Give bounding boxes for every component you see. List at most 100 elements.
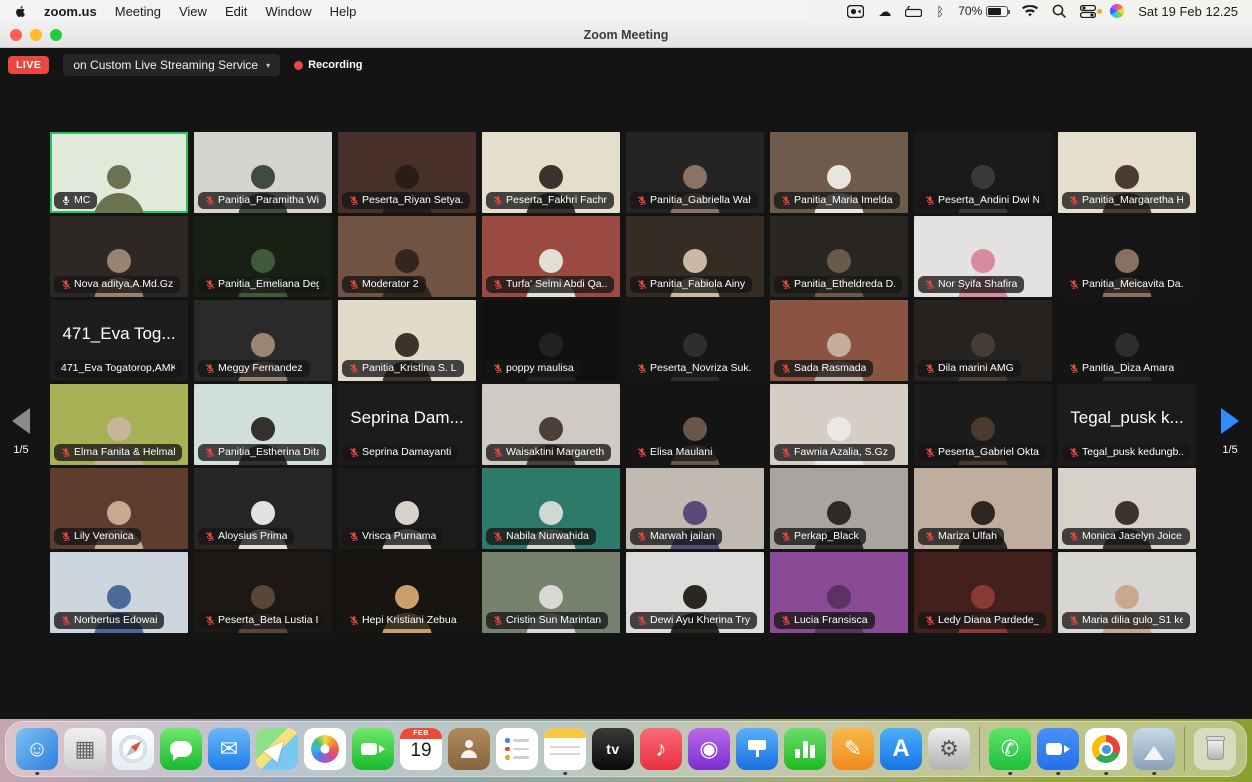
close-window-button[interactable]	[10, 29, 22, 41]
dock-maps-icon[interactable]	[256, 728, 298, 770]
menu-item-view[interactable]: View	[179, 4, 207, 19]
control-center-icon[interactable]	[1110, 4, 1124, 18]
participant-tile[interactable]: Meggy Fernandez	[194, 300, 332, 381]
participant-tile[interactable]: Waisaktini Margareth	[482, 384, 620, 465]
participant-tile[interactable]: Nova aditya,A.Md.Gz	[50, 216, 188, 297]
participant-tile[interactable]: Maria dilia gulo_S1 ke...	[1058, 552, 1196, 633]
gallery-next-page[interactable]: 1/5	[1221, 408, 1239, 456]
participant-tile[interactable]: Panitia_Etheldreda D...	[770, 216, 908, 297]
recording-indicator[interactable]: Recording	[294, 59, 362, 71]
participant-tile[interactable]: Cristin Sun Marintan	[482, 552, 620, 633]
participant-tile[interactable]: Panitia_Emeliana Degei	[194, 216, 332, 297]
participant-tile[interactable]: Peserta_Fakhri Fachr...	[482, 132, 620, 213]
participant-tile[interactable]: Ledy Diana Pardede_...	[914, 552, 1052, 633]
participant-tile[interactable]: Fawnia Azalia, S.Gz	[770, 384, 908, 465]
participant-tile[interactable]: Dila marini AMG	[914, 300, 1052, 381]
dock-contacts-icon[interactable]	[448, 728, 490, 770]
dock-chrome-icon[interactable]	[1085, 728, 1127, 770]
dock-pages-icon[interactable]: ✎	[832, 728, 874, 770]
participant-tile[interactable]: Marwah jailan	[626, 468, 764, 549]
dock-system-preferences-icon[interactable]: ⚙	[928, 728, 970, 770]
participant-name-tag: Nor Syifa Shafira	[918, 276, 1024, 293]
wifi-icon[interactable]	[1022, 5, 1038, 17]
dock-music-icon[interactable]: ♪	[640, 728, 682, 770]
keyboard-icon[interactable]	[905, 6, 922, 17]
menu-item-help[interactable]: Help	[330, 4, 357, 19]
dock-mail-icon[interactable]: ✉	[208, 728, 250, 770]
dock-calendar-icon[interactable]: FEB19	[400, 728, 442, 770]
dock-keynote-icon[interactable]	[736, 728, 778, 770]
fast-user-switch-icon[interactable]	[1080, 5, 1096, 18]
participant-tile[interactable]: Panitia_Maria Imelda	[770, 132, 908, 213]
participant-tile[interactable]: Sada Rasmada	[770, 300, 908, 381]
dock-preview-document-icon[interactable]	[1133, 728, 1175, 770]
participant-tile[interactable]: MC	[50, 132, 188, 213]
dock-reminders-icon[interactable]	[496, 728, 538, 770]
participant-tile[interactable]: poppy maulisa	[482, 300, 620, 381]
participant-tile[interactable]: Mariza Ulfah	[914, 468, 1052, 549]
cloud-icon[interactable]: ☁	[878, 5, 891, 18]
participant-tile[interactable]: Seprina Dam...Seprina Damayanti	[338, 384, 476, 465]
participant-tile[interactable]: Panitia_Kristina S. L	[338, 300, 476, 381]
prev-page-arrow-icon[interactable]	[12, 408, 30, 434]
dock-launchpad-icon[interactable]: ▦	[64, 728, 106, 770]
participant-tile[interactable]: Turfa' Selmi Abdi Qa...	[482, 216, 620, 297]
dock-safari-icon[interactable]	[112, 728, 154, 770]
menu-item-edit[interactable]: Edit	[225, 4, 247, 19]
minimize-window-button[interactable]	[30, 29, 42, 41]
dock-messages-icon[interactable]	[160, 728, 202, 770]
participant-tile[interactable]: Monica Jaselyn Joice...	[1058, 468, 1196, 549]
participant-tile[interactable]: Panitia_Diza Amara	[1058, 300, 1196, 381]
participant-tile[interactable]: Vrisca Purnama	[338, 468, 476, 549]
menu-item-window[interactable]: Window	[265, 4, 311, 19]
participant-tile[interactable]: Elisa Maulani	[626, 384, 764, 465]
dock-facetime-icon[interactable]	[352, 728, 394, 770]
participant-tile[interactable]: Nabila Nurwahida	[482, 468, 620, 549]
participant-tile[interactable]: Peserta_Riyan Setya...	[338, 132, 476, 213]
participant-tile[interactable]: Panitia_Fabiola Ainy	[626, 216, 764, 297]
participant-tile[interactable]: Peserta_Beta Lustia I...	[194, 552, 332, 633]
menu-bar-clock[interactable]: Sat 19 Feb 12.25	[1138, 4, 1238, 19]
participant-tile[interactable]: Panitia_Paramitha Wi...	[194, 132, 332, 213]
bluetooth-icon[interactable]: ᛒ	[936, 5, 944, 18]
participant-tile[interactable]: Dewi Ayu Kherina Try	[626, 552, 764, 633]
gallery-prev-page[interactable]: 1/5	[12, 408, 30, 456]
participant-tile[interactable]: Panitia_Estherina Dita	[194, 384, 332, 465]
participant-tile[interactable]: Perkap_Black	[770, 468, 908, 549]
dock-finder-icon[interactable]: ☺	[16, 728, 58, 770]
participant-tile[interactable]: Elma Fanita & Helmalia	[50, 384, 188, 465]
spotlight-search-icon[interactable]	[1052, 4, 1066, 18]
participant-tile[interactable]: Panitia_Gabriella Wah...	[626, 132, 764, 213]
dock-trash-icon[interactable]	[1194, 728, 1236, 770]
live-stream-dropdown[interactable]: on Custom Live Streaming Service ▾	[63, 54, 280, 76]
menu-app-name[interactable]: zoom.us	[44, 4, 97, 19]
participant-tile[interactable]: Lucia Fransisca	[770, 552, 908, 633]
participant-tile[interactable]: Lily Veronica	[50, 468, 188, 549]
dock-whatsapp-icon[interactable]: ✆	[989, 728, 1031, 770]
dock-apple-tv-icon[interactable]: tv	[592, 728, 634, 770]
dock-podcasts-icon[interactable]: ◉	[688, 728, 730, 770]
apple-menu-icon[interactable]	[14, 3, 28, 19]
participant-tile[interactable]: Norbertus Edowai	[50, 552, 188, 633]
participant-tile[interactable]: Panitia_Meicavita Da...	[1058, 216, 1196, 297]
next-page-arrow-icon[interactable]	[1221, 408, 1239, 434]
participant-tile[interactable]: Aloysius Prima	[194, 468, 332, 549]
dock-photos-icon[interactable]	[304, 728, 346, 770]
participant-tile[interactable]: Peserta_Novriza Suk...	[626, 300, 764, 381]
participant-tile[interactable]: Peserta_Andini Dwi N...	[914, 132, 1052, 213]
dock-zoom-icon[interactable]	[1037, 728, 1079, 770]
dock-app-store-icon[interactable]: A	[880, 728, 922, 770]
dock-numbers-icon[interactable]	[784, 728, 826, 770]
maximize-window-button[interactable]	[50, 29, 62, 41]
participant-tile[interactable]: Tegal_pusk k...Tegal_pusk kedungb...	[1058, 384, 1196, 465]
participant-tile[interactable]: 471_Eva Tog...471_Eva Togatorop,AMK	[50, 300, 188, 381]
participant-tile[interactable]: Peserta_Gabriel Okta...	[914, 384, 1052, 465]
participant-tile[interactable]: Moderator 2	[338, 216, 476, 297]
dock-notes-icon[interactable]	[544, 728, 586, 770]
participant-tile[interactable]: Hepi Kristiani Zebua	[338, 552, 476, 633]
battery-indicator[interactable]: 70%	[958, 4, 1008, 18]
screen-capture-icon[interactable]	[847, 5, 864, 18]
participant-tile[interactable]: Nor Syifa Shafira	[914, 216, 1052, 297]
participant-tile[interactable]: Panitia_Margaretha Hia	[1058, 132, 1196, 213]
menu-item-meeting[interactable]: Meeting	[115, 4, 161, 19]
